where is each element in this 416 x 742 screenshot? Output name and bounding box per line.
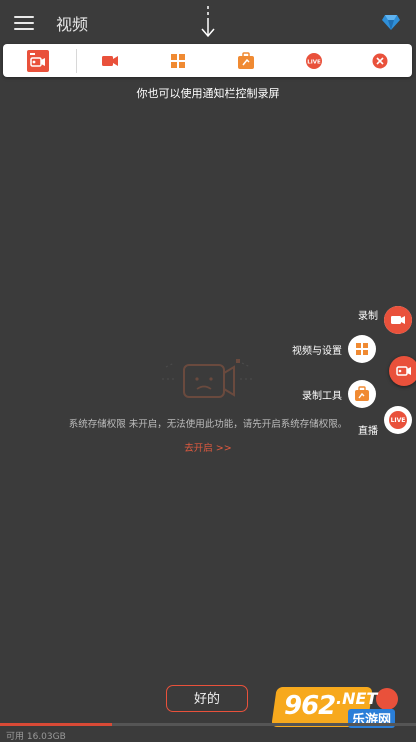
svg-text:LIVE: LIVE xyxy=(391,417,406,424)
notification-control-bar: LIVE xyxy=(3,44,412,77)
watermark-number: 962 xyxy=(284,691,336,721)
grid-icon xyxy=(356,343,368,355)
svg-text:LIVE: LIVE xyxy=(307,60,321,66)
fab-live-button[interactable]: LIVE xyxy=(384,406,412,434)
close-icon[interactable] xyxy=(369,50,391,72)
diamond-icon[interactable] xyxy=(381,12,401,32)
fab-record-label: 录制 xyxy=(358,311,378,322)
recorder-app-icon[interactable] xyxy=(27,50,49,72)
fab-videos-settings-button[interactable] xyxy=(348,335,376,363)
enable-permission-link[interactable]: 去开启 >> xyxy=(0,440,416,454)
toolbox-icon[interactable] xyxy=(235,50,257,72)
pull-down-arrow-icon xyxy=(201,6,215,38)
menu-icon[interactable] xyxy=(14,13,34,31)
fab-tools-button[interactable] xyxy=(348,380,376,408)
fab-tools-label: 录制工具 xyxy=(302,391,342,402)
video-camera-icon[interactable] xyxy=(99,50,121,72)
storage-used-fill xyxy=(0,723,113,726)
divider xyxy=(76,49,77,73)
top-bar: 视频 xyxy=(0,0,416,44)
toolbox-icon xyxy=(355,386,369,401)
video-camera-icon xyxy=(384,306,412,334)
grid-icon[interactable] xyxy=(167,50,189,72)
watermark-domain: .NET xyxy=(336,689,378,708)
ok-button[interactable]: 好的 xyxy=(166,685,248,712)
page-title: 视频 xyxy=(56,15,89,34)
live-icon[interactable]: LIVE xyxy=(303,50,325,72)
notification-hint-text: 你也可以使用通知栏控制录屏 xyxy=(136,87,280,100)
fab-videos-settings-label: 视频与设置 xyxy=(292,346,342,357)
sad-camera-icon xyxy=(162,359,254,398)
live-icon: LIVE xyxy=(389,411,407,429)
fab-live-label: 直播 xyxy=(358,426,378,437)
storage-available-text: 可用 16.03GB xyxy=(6,732,66,742)
fab-record-button[interactable] xyxy=(384,306,412,334)
recorder-app-icon xyxy=(396,366,411,376)
recorder-floating-button[interactable] xyxy=(389,356,416,386)
storage-progress-bar xyxy=(0,723,416,726)
